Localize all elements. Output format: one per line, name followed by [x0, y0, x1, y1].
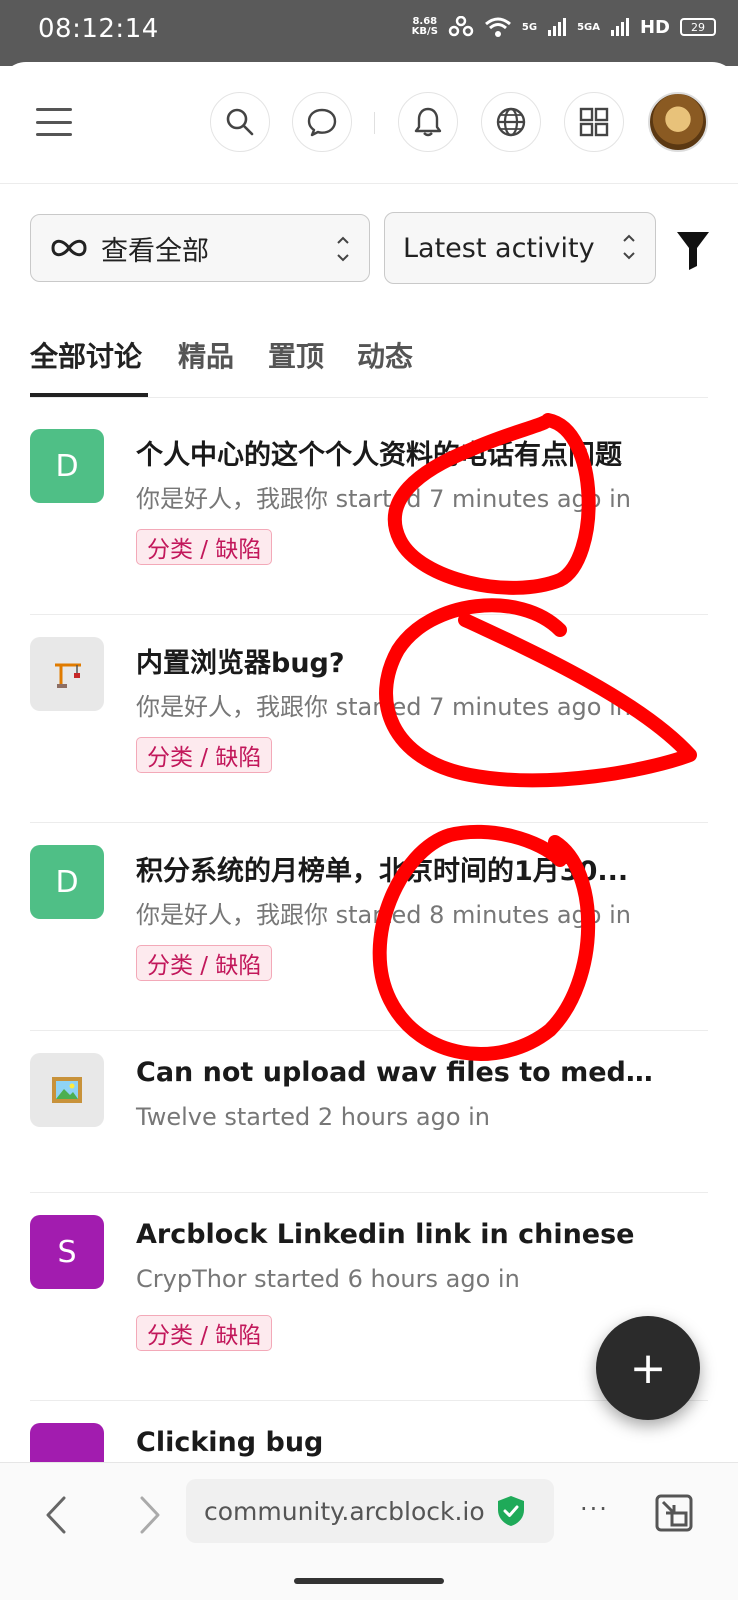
status-time: 08:12:14: [38, 14, 159, 44]
globe-icon[interactable]: [481, 92, 541, 152]
topic-list-item[interactable]: D 个人中心的这个个人资料的电话有点问题 你是好人，我跟你 started 7 …: [0, 407, 738, 615]
topic-title[interactable]: 内置浏览器bug?: [136, 641, 656, 680]
select-arrows-icon: [623, 234, 635, 260]
tab-activity[interactable]: 动态: [357, 335, 413, 375]
apps-icon[interactable]: [564, 92, 624, 152]
topic-meta: Twelve started 2 hours ago in: [136, 1103, 491, 1131]
bell-icon[interactable]: [398, 92, 458, 152]
topic-avatar: S: [30, 1215, 104, 1289]
topic-meta: 你是好人，我跟你 started 8 minutes ago in: [136, 901, 631, 929]
app-container: 查看全部 Latest activity 全部讨论 精品 置顶 动态 D 个人中…: [0, 62, 738, 1462]
forward-icon[interactable]: [130, 1493, 170, 1537]
topic-avatar: [30, 1423, 104, 1462]
topic-title[interactable]: Can not upload wav files to media kit: [136, 1057, 656, 1088]
sort-select[interactable]: Latest activity: [384, 212, 656, 284]
category-tag[interactable]: 分类 / 缺陷: [136, 737, 273, 773]
picture-in-picture-icon[interactable]: [654, 1493, 694, 1533]
category-select[interactable]: 查看全部: [30, 214, 370, 282]
topic-list-item[interactable]: Can not upload wav files to media kit Tw…: [0, 1031, 738, 1193]
toolbar-divider: [374, 112, 375, 134]
network-speed: 8.68 KB/S: [411, 16, 438, 37]
hd-label: HD: [639, 16, 670, 38]
top-bar: [0, 62, 738, 184]
signal-5g-label: 5G: [521, 21, 538, 33]
back-icon[interactable]: [36, 1493, 76, 1537]
tab-featured[interactable]: 精品: [178, 335, 234, 375]
construction-crane-icon: [30, 637, 104, 711]
menu-icon[interactable]: [34, 104, 74, 140]
url-bar[interactable]: community.arcblock.io: [186, 1479, 554, 1543]
category-tag[interactable]: 分类 / 缺陷: [136, 529, 273, 565]
hotspot-icon: [448, 16, 474, 37]
framed-picture-icon: [30, 1053, 104, 1127]
topic-title[interactable]: 个人中心的这个个人资料的电话有点问题: [136, 433, 656, 472]
select-arrows-icon: [337, 236, 349, 262]
topic-title[interactable]: 积分系统的月榜单，北京时间的1月30...: [136, 849, 656, 888]
wifi-icon: [484, 17, 511, 37]
sort-select-value: Latest activity: [403, 232, 595, 264]
chat-icon[interactable]: [292, 92, 352, 152]
status-icons: 8.68 KB/S 5G 5GA HD 29: [412, 16, 716, 38]
topic-meta: 你是好人，我跟你 started 7 minutes ago in: [136, 693, 631, 721]
signal-bars-icon: [610, 18, 629, 36]
tab-all-discussions[interactable]: 全部讨论: [30, 335, 142, 375]
topic-meta: 你是好人，我跟你 started 7 minutes ago in: [136, 485, 631, 513]
topic-title[interactable]: Arcblock Linkedin link in chinese: [136, 1219, 656, 1250]
create-topic-button[interactable]: +: [596, 1316, 700, 1420]
tab-pinned[interactable]: 置顶: [268, 335, 324, 375]
url-text: community.arcblock.io: [204, 1496, 485, 1526]
home-indicator[interactable]: [294, 1578, 444, 1584]
battery-icon: 29: [680, 18, 716, 36]
user-avatar[interactable]: [648, 92, 708, 152]
signal-bars-icon: [548, 18, 567, 36]
category-select-value: 查看全部: [101, 235, 209, 267]
category-tag[interactable]: 分类 / 缺陷: [136, 945, 273, 981]
secure-shield-icon: [497, 1496, 524, 1526]
topic-list-item[interactable]: D 积分系统的月榜单，北京时间的1月30... 你是好人，我跟你 started…: [0, 823, 738, 1031]
topic-avatar: D: [30, 845, 104, 919]
topic-meta: CrypThor started 6 hours ago in: [136, 1265, 520, 1293]
search-icon[interactable]: [210, 92, 270, 152]
category-tag[interactable]: 分类 / 缺陷: [136, 1315, 273, 1351]
topic-list-item[interactable]: 内置浏览器bug? 你是好人，我跟你 started 7 minutes ago…: [0, 615, 738, 823]
topic-title[interactable]: Clicking bug: [136, 1427, 656, 1458]
signal-5ga-label: 5GA: [577, 21, 600, 33]
topic-avatar: D: [30, 429, 104, 503]
more-options-icon[interactable]: ···: [580, 1495, 609, 1523]
status-bar: 08:12:14 8.68 KB/S 5G 5GA HD 29: [0, 0, 738, 66]
tabs-divider: [30, 397, 708, 398]
filter-icon[interactable]: [676, 230, 710, 270]
infinity-icon: [51, 239, 87, 257]
